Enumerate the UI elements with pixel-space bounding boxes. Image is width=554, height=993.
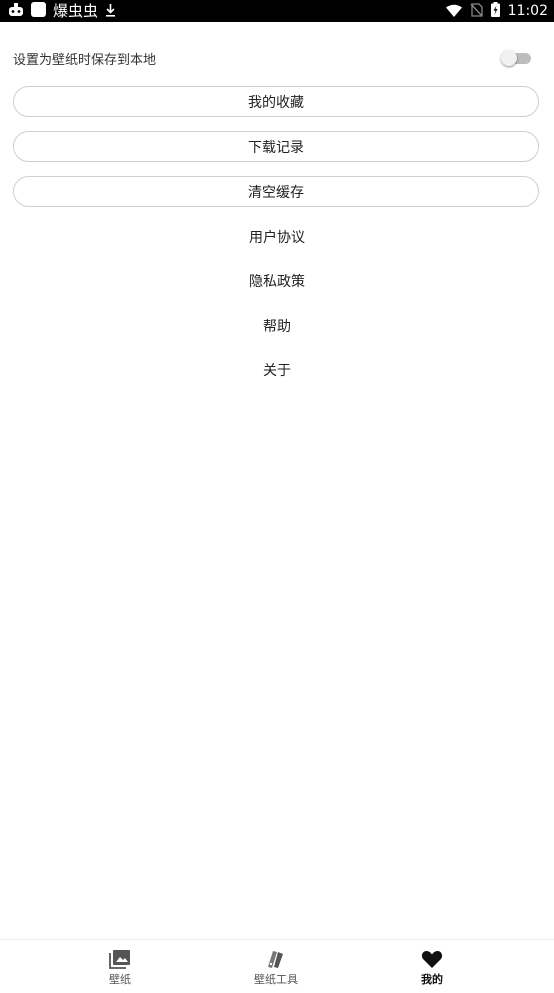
download-history-button[interactable]: 下载记录 (13, 131, 539, 162)
nav-tab-wallpaper-tools[interactable]: 壁纸工具 (216, 940, 336, 993)
status-bar-time: 11:02 (507, 3, 548, 19)
nav-tab-wallpaper[interactable]: 壁纸 (60, 940, 180, 993)
nav-label-wallpaper: 壁纸 (109, 973, 131, 986)
favorites-button[interactable]: 我的收藏 (13, 86, 539, 117)
swatches-icon (265, 949, 287, 969)
save-wallpaper-label: 设置为壁纸时保存到本地 (13, 53, 157, 68)
no-sim-icon (470, 2, 483, 21)
status-bar-left: 爆虫虫 (8, 1, 116, 21)
status-bar-right: 11:02 (445, 1, 548, 21)
battery-charging-icon (490, 1, 500, 21)
download-icon (105, 2, 116, 21)
heart-icon (421, 949, 443, 969)
clear-cache-button[interactable]: 清空缓存 (13, 176, 539, 207)
image-gallery-icon (109, 949, 131, 969)
status-bar: 爆虫虫 11:02 (0, 0, 554, 22)
game-controller-icon (8, 2, 24, 21)
app-square-icon (31, 1, 46, 21)
nav-label-wallpaper-tools: 壁纸工具 (254, 973, 298, 986)
bottom-navigation: 壁纸 壁纸工具 我的 (0, 939, 554, 993)
privacy-policy-link[interactable]: 隐私政策 (0, 269, 554, 293)
wifi-icon (445, 2, 462, 21)
nav-label-mine: 我的 (421, 973, 443, 986)
toggle-thumb (501, 50, 517, 66)
about-link[interactable]: 关于 (0, 358, 554, 382)
help-link[interactable]: 帮助 (0, 314, 554, 338)
nav-tab-mine[interactable]: 我的 (372, 940, 492, 993)
save-wallpaper-setting: 设置为壁纸时保存到本地 (13, 47, 533, 69)
status-bar-notification-text: 爆虫虫 (53, 2, 99, 20)
user-agreement-link[interactable]: 用户协议 (0, 225, 554, 249)
save-wallpaper-toggle[interactable] (501, 50, 533, 66)
